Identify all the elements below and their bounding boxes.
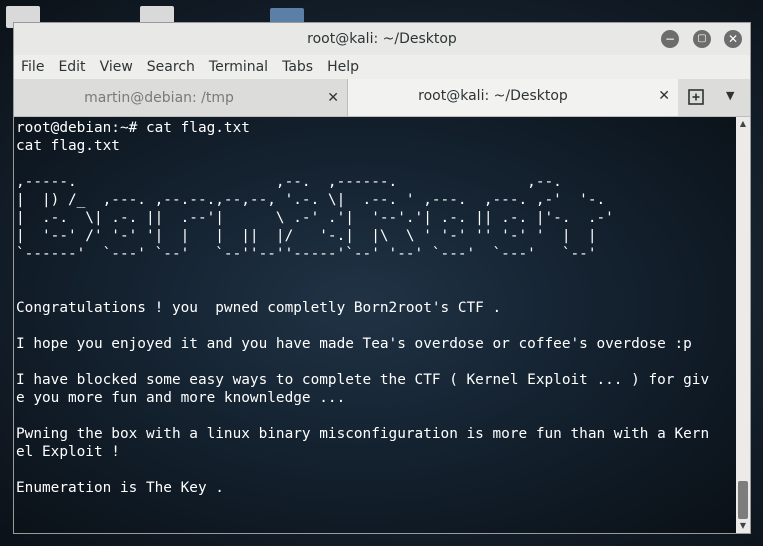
ascii-art-banner: ,-----. ,--. ,------. ,--. | |) /_ ,---.… [16,174,614,262]
scrollbar[interactable]: ▲ ▼ [736,117,750,533]
tab-label: martin@debian: /tmp [84,89,234,106]
maximize-icon[interactable]: ▢ [693,30,711,48]
tab-martin-debian[interactable]: martin@debian: /tmp ✕ [14,79,348,116]
menu-view[interactable]: View [93,59,140,75]
tab-menu-chevron-icon[interactable]: ▼ [726,89,734,102]
terminal-window: root@kali: ~/Desktop − ▢ ✕ File Edit Vie… [13,22,751,534]
menu-edit[interactable]: Edit [51,59,92,75]
scroll-thumb[interactable] [738,481,748,519]
scroll-up-icon[interactable]: ▲ [738,119,748,128]
tab-root-kali[interactable]: root@kali: ~/Desktop ✕ [348,79,678,116]
tab-close-icon[interactable]: ✕ [327,90,339,106]
tab-close-icon[interactable]: ✕ [658,88,670,104]
close-icon[interactable]: ✕ [724,30,742,48]
prompt-line: root@debian:~# cat flag.txt [16,120,250,136]
scroll-down-icon[interactable]: ▼ [738,521,748,530]
new-tab-icon[interactable] [686,87,708,107]
window-titlebar[interactable]: root@kali: ~/Desktop − ▢ ✕ [14,23,750,55]
echo-line: cat flag.txt [16,138,120,154]
menu-tabs[interactable]: Tabs [275,59,320,75]
menu-search[interactable]: Search [140,59,202,75]
flag-message: Congratulations ! you pwned completly Bo… [16,300,710,496]
menu-help[interactable]: Help [320,59,366,75]
terminal-output[interactable]: root@debian:~# cat flag.txt cat flag.txt… [14,117,736,533]
tab-label: root@kali: ~/Desktop [418,88,568,104]
minimize-icon[interactable]: − [661,30,679,48]
menu-file[interactable]: File [14,59,51,75]
terminal-text: root@debian:~# cat flag.txt cat flag.txt… [14,117,736,497]
menubar: File Edit View Search Terminal Tabs Help [14,55,750,79]
menu-terminal[interactable]: Terminal [202,59,275,75]
tab-bar: martin@debian: /tmp ✕ root@kali: ~/Deskt… [14,79,750,117]
window-title: root@kali: ~/Desktop [307,31,457,47]
